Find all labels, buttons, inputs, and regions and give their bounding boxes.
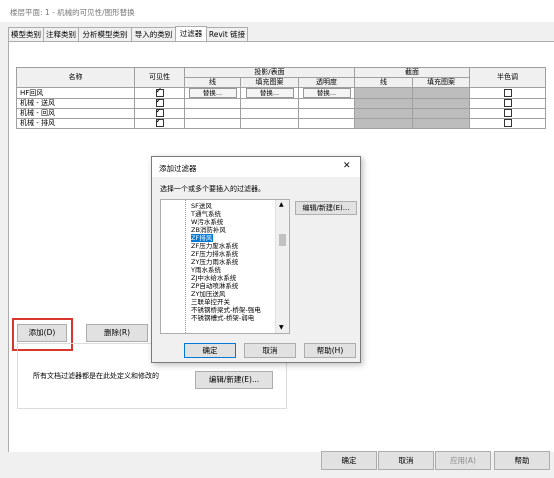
filter-name[interactable]: HF回风 — [16, 87, 135, 99]
table-row[interactable]: 机械 - 排风 — [16, 118, 546, 129]
filter-name[interactable]: 机械 - 回风 — [16, 108, 135, 119]
add-filter-button[interactable]: 添加(D) — [17, 324, 67, 342]
transparency-override-button[interactable]: 替换... — [302, 88, 351, 98]
list-item[interactable]: ZF压力排水系统 — [191, 250, 275, 258]
visibility-checkbox[interactable] — [155, 88, 164, 97]
help-button[interactable]: 帮助 — [494, 451, 550, 470]
listbox-scrollbar[interactable]: ▲ ▼ — [275, 200, 289, 333]
projection-fill-override-button[interactable]: 替换... — [245, 88, 294, 98]
ok-button[interactable]: 确定 — [321, 451, 377, 470]
scroll-thumb[interactable] — [279, 234, 286, 246]
header-halftone: 半色调 — [469, 67, 546, 88]
tab-analytical-model-categories[interactable]: 分析模型类别 — [78, 27, 132, 41]
table-row[interactable]: 机械 - 送风 — [16, 98, 546, 109]
header-projection-surface: 投影/表面 — [184, 67, 355, 78]
list-item[interactable]: ZY加压送风 — [191, 290, 275, 298]
table-row[interactable]: 机械 - 回风 — [16, 108, 546, 119]
window-titlebar: 楼层平面: 1 - 机械的可见性/图形替换 — [0, 0, 554, 22]
halftone-checkbox[interactable] — [503, 99, 512, 107]
scroll-up-icon[interactable]: ▲ — [279, 201, 284, 208]
list-item[interactable]: SF送风 — [191, 202, 275, 210]
delete-filter-button[interactable]: 删除(R) — [86, 324, 148, 342]
halftone-checkbox[interactable] — [503, 119, 512, 127]
dialog-help-button[interactable]: 帮助(H) — [304, 343, 356, 358]
scroll-down-icon[interactable]: ▼ — [279, 324, 284, 331]
list-item[interactable]: ZJ中水给水系统 — [191, 274, 275, 282]
projection-line-override-button[interactable]: 替换... — [188, 88, 237, 98]
filter-listbox[interactable]: SF送风 T通气系统 W污水系统 ZB消防补风 ZF排风 ZF压力废水系统 ZF… — [160, 199, 290, 334]
edit-new-filters-button[interactable]: 编辑/新建(E)... — [195, 371, 273, 389]
list-item[interactable]: 三联单控开关 — [191, 298, 275, 306]
header-transparency: 透明度 — [298, 77, 355, 88]
visibility-checkbox[interactable] — [155, 109, 164, 117]
list-item[interactable]: Y雨水系统 — [191, 266, 275, 274]
visibility-checkbox[interactable] — [155, 119, 164, 127]
add-filters-dialog: 添加过滤器 ✕ 选择一个或多个要插入的过滤器。 SF送风 T通气系统 W污水系统… — [151, 156, 361, 363]
header-visibility: 可见性 — [134, 67, 185, 88]
list-item[interactable]: T通气系统 — [191, 210, 275, 218]
tab-revit-links[interactable]: Revit 链接 — [206, 27, 248, 41]
header-projection-line: 线 — [184, 77, 241, 88]
dialog-edit-new-button[interactable]: 编辑/新建(E)... — [295, 201, 357, 215]
apply-button[interactable]: 应用(A) — [435, 451, 491, 470]
dialog-ok-button[interactable]: 确定 — [184, 343, 236, 358]
header-projection-fill: 填充图案 — [240, 77, 299, 88]
list-item[interactable]: ZY压力雨水系统 — [191, 258, 275, 266]
cut-fill-cell — [412, 87, 470, 99]
list-item[interactable]: 不锈钢桥梁式-桥架-强电 — [191, 306, 275, 314]
tab-annotation-categories[interactable]: 注释类别 — [43, 27, 79, 41]
list-item[interactable]: ZF压力废水系统 — [191, 242, 275, 250]
list-item-selected[interactable]: ZF排风 — [191, 234, 213, 242]
dialog-titlebar: 添加过滤器 ✕ — [152, 157, 360, 177]
filters-table: 名称 可见性 投影/表面 截面 半色调 线 填充图案 透明度 线 填充图案 HF… — [16, 67, 546, 129]
info-text: 所有文档过滤器都是在此处定义和修改的 — [33, 372, 159, 380]
cut-line-cell — [354, 87, 413, 99]
dialog-prompt: 选择一个或多个要插入的过滤器。 — [160, 185, 265, 193]
header-name: 名称 — [16, 67, 135, 88]
header-cut-fill: 填充图案 — [412, 77, 470, 88]
tab-imported-categories[interactable]: 导入的类别 — [131, 27, 176, 41]
halftone-checkbox[interactable] — [503, 88, 512, 97]
header-cut-line: 线 — [354, 77, 413, 88]
list-item[interactable]: 不锈钢槽式-桥架-弱电 — [191, 314, 275, 322]
visibility-checkbox[interactable] — [155, 99, 164, 107]
dialog-cancel-button[interactable]: 取消 — [244, 343, 296, 358]
halftone-checkbox[interactable] — [503, 109, 512, 117]
filter-name[interactable]: 机械 - 排风 — [16, 118, 135, 129]
tree-guide-line — [185, 200, 186, 333]
window-title: 楼层平面: 1 - 机械的可见性/图形替换 — [10, 8, 135, 17]
tab-filters[interactable]: 过滤器 — [175, 26, 207, 41]
header-cut: 截面 — [354, 67, 470, 78]
table-row[interactable]: HF回风 替换... 替换... 替换... — [16, 87, 546, 99]
list-item[interactable]: ZP自动喷淋系统 — [191, 282, 275, 290]
list-item[interactable]: ZB消防补风 — [191, 226, 275, 234]
cancel-button[interactable]: 取消 — [378, 451, 434, 470]
close-icon[interactable]: ✕ — [343, 161, 351, 171]
filter-name[interactable]: 机械 - 送风 — [16, 98, 135, 109]
list-item[interactable]: W污水系统 — [191, 218, 275, 226]
tab-model-categories[interactable]: 模型类别 — [8, 27, 44, 41]
dialog-title: 添加过滤器 — [159, 164, 197, 173]
